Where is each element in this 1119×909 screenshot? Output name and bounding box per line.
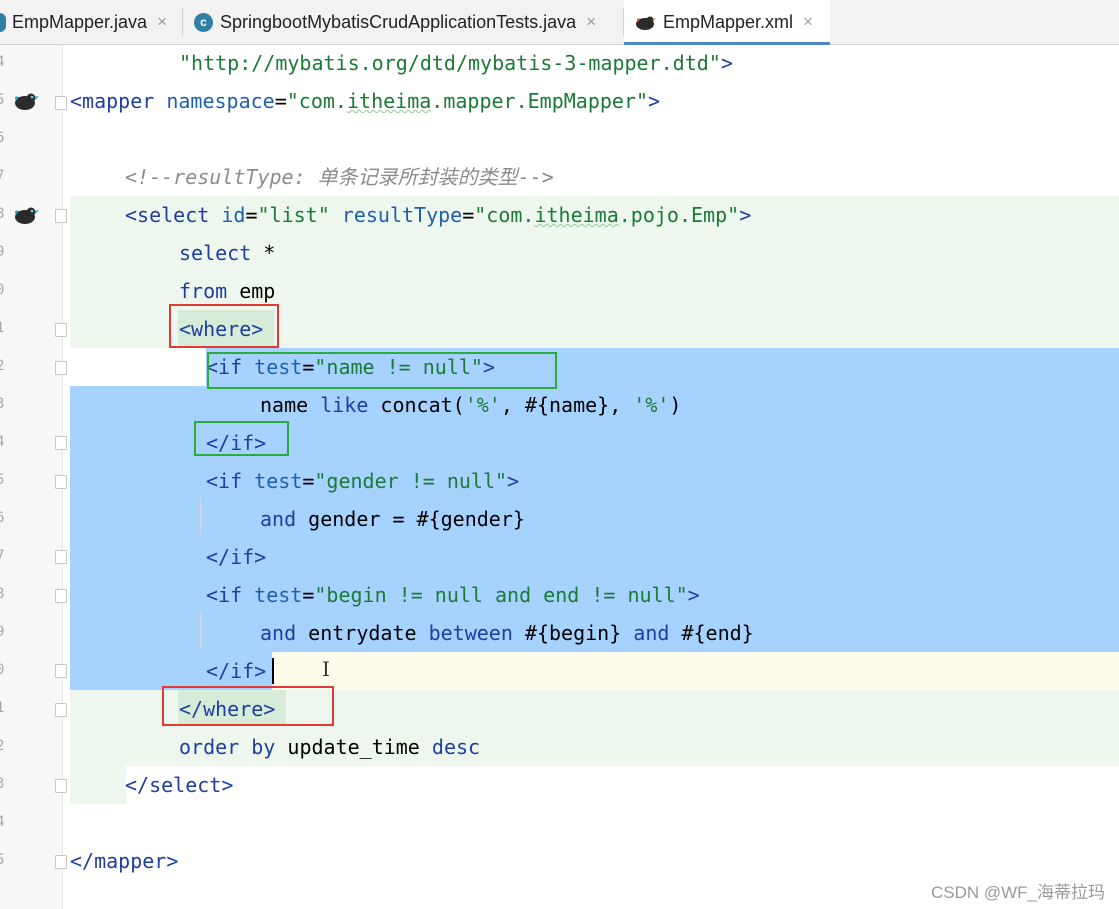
line-number: 6 xyxy=(0,510,5,526)
line-number: 8 xyxy=(0,206,5,222)
current-line-highlight xyxy=(272,652,1119,690)
indent-guide xyxy=(200,612,201,648)
tab-application-tests-java[interactable]: c SpringbootMybatisCrudApplicationTests.… xyxy=(194,0,596,44)
line-number: 9 xyxy=(0,244,5,260)
fold-toggle-icon[interactable] xyxy=(55,589,67,603)
fold-toggle-icon[interactable] xyxy=(55,436,67,450)
code-line-2[interactable]: <mapper namespace="com.itheima.mapper.Em… xyxy=(70,87,660,115)
watermark: CSDN @WF_海蒂拉玛 xyxy=(930,883,1105,902)
java-class-icon xyxy=(0,12,6,32)
fold-toggle-icon[interactable] xyxy=(55,475,67,489)
editor-tab-bar: EmpMapper.java × c SpringbootMybatisCrud… xyxy=(0,0,1119,45)
line-number: 4 xyxy=(0,54,5,70)
fold-toggle-icon[interactable] xyxy=(55,855,67,869)
code-line-name-like[interactable]: name like concat('%', #{name}, '%') xyxy=(260,391,681,419)
java-test-class-icon: c xyxy=(194,12,213,32)
line-number: 1 xyxy=(0,320,5,336)
code-line-if-close[interactable]: </if> xyxy=(206,543,266,571)
code-line-select-close[interactable]: </select> xyxy=(125,771,233,799)
fold-toggle-icon[interactable] xyxy=(55,96,67,110)
mybatis-navigate-icon[interactable] xyxy=(13,90,39,116)
line-number: 4 xyxy=(0,814,5,830)
code-line-if-name[interactable]: <if test="name != null"> xyxy=(206,353,495,381)
line-number: 1 xyxy=(0,700,5,716)
fold-toggle-icon[interactable] xyxy=(55,550,67,564)
text-selection xyxy=(70,386,1119,652)
code-line-sql-from[interactable]: from emp xyxy=(179,277,275,305)
close-icon[interactable]: × xyxy=(586,12,596,32)
indent-guide xyxy=(200,498,201,534)
mouse-ibeam-cursor-icon: I xyxy=(322,657,330,681)
code-line-order-by[interactable]: order by update_time desc xyxy=(179,733,480,761)
select-scope-highlight xyxy=(70,766,126,804)
line-number: 0 xyxy=(0,662,5,678)
fold-toggle-icon[interactable] xyxy=(55,664,67,678)
code-line-where-close[interactable]: </where> xyxy=(179,695,275,723)
fold-toggle-icon[interactable] xyxy=(55,323,67,337)
fold-toggle-icon[interactable] xyxy=(55,209,67,223)
text-caret xyxy=(272,658,274,684)
line-number: 5 xyxy=(0,472,5,488)
code-line-if-close[interactable]: </if> xyxy=(206,429,266,457)
code-line-if-gender[interactable]: <if test="gender != null"> xyxy=(206,467,519,495)
fold-toggle-icon[interactable] xyxy=(55,703,67,717)
code-comment-line[interactable]: <!--resultType: 单条记录所封装的类型--> xyxy=(125,163,554,191)
code-line-if-close[interactable]: </if> xyxy=(206,657,266,685)
tab-empmapper-xml[interactable]: EmpMapper.xml × xyxy=(624,0,830,45)
fold-toggle-icon[interactable] xyxy=(55,361,67,375)
line-number: 5 xyxy=(0,92,5,108)
editor-gutter xyxy=(0,45,63,909)
code-line-entrydate-between[interactable]: and entrydate between #{begin} and #{end… xyxy=(260,619,754,647)
tab-label: SpringbootMybatisCrudApplicationTests.ja… xyxy=(220,11,577,32)
mybatis-navigate-icon[interactable] xyxy=(13,204,39,230)
close-icon[interactable]: × xyxy=(157,12,167,32)
line-number: 6 xyxy=(0,130,5,146)
line-number: 3 xyxy=(0,396,5,412)
line-number: 8 xyxy=(0,586,5,602)
code-line-where-open[interactable]: <where> xyxy=(179,315,263,343)
code-line-mapper-close[interactable]: </mapper> xyxy=(70,847,178,875)
line-number: 7 xyxy=(0,168,5,184)
tab-label: EmpMapper.xml xyxy=(663,11,794,32)
mybatis-bird-icon xyxy=(634,13,656,31)
line-number: 2 xyxy=(0,738,5,754)
line-number: 9 xyxy=(0,624,5,640)
line-number: 7 xyxy=(0,548,5,564)
close-icon[interactable]: × xyxy=(803,12,813,32)
tab-empmapper-java[interactable]: EmpMapper.java × xyxy=(0,0,167,44)
line-number: 4 xyxy=(0,434,5,450)
code-line-select-open[interactable]: <select id="list" resultType="com.itheim… xyxy=(125,201,751,229)
code-line-1[interactable]: "http://mybatis.org/dtd/mybatis-3-mapper… xyxy=(179,49,733,77)
line-number: 0 xyxy=(0,282,5,298)
line-number: 3 xyxy=(0,776,5,792)
line-number: 2 xyxy=(0,358,5,374)
tab-label: EmpMapper.java xyxy=(12,11,148,32)
code-line-if-begin-end[interactable]: <if test="begin != null and end != null"… xyxy=(206,581,700,609)
code-line-sql-select[interactable]: select * xyxy=(179,239,275,267)
tab-separator xyxy=(182,8,183,36)
fold-toggle-icon[interactable] xyxy=(55,779,67,793)
line-number: 5 xyxy=(0,852,5,868)
code-line-and-gender[interactable]: and gender = #{gender} xyxy=(260,505,525,533)
